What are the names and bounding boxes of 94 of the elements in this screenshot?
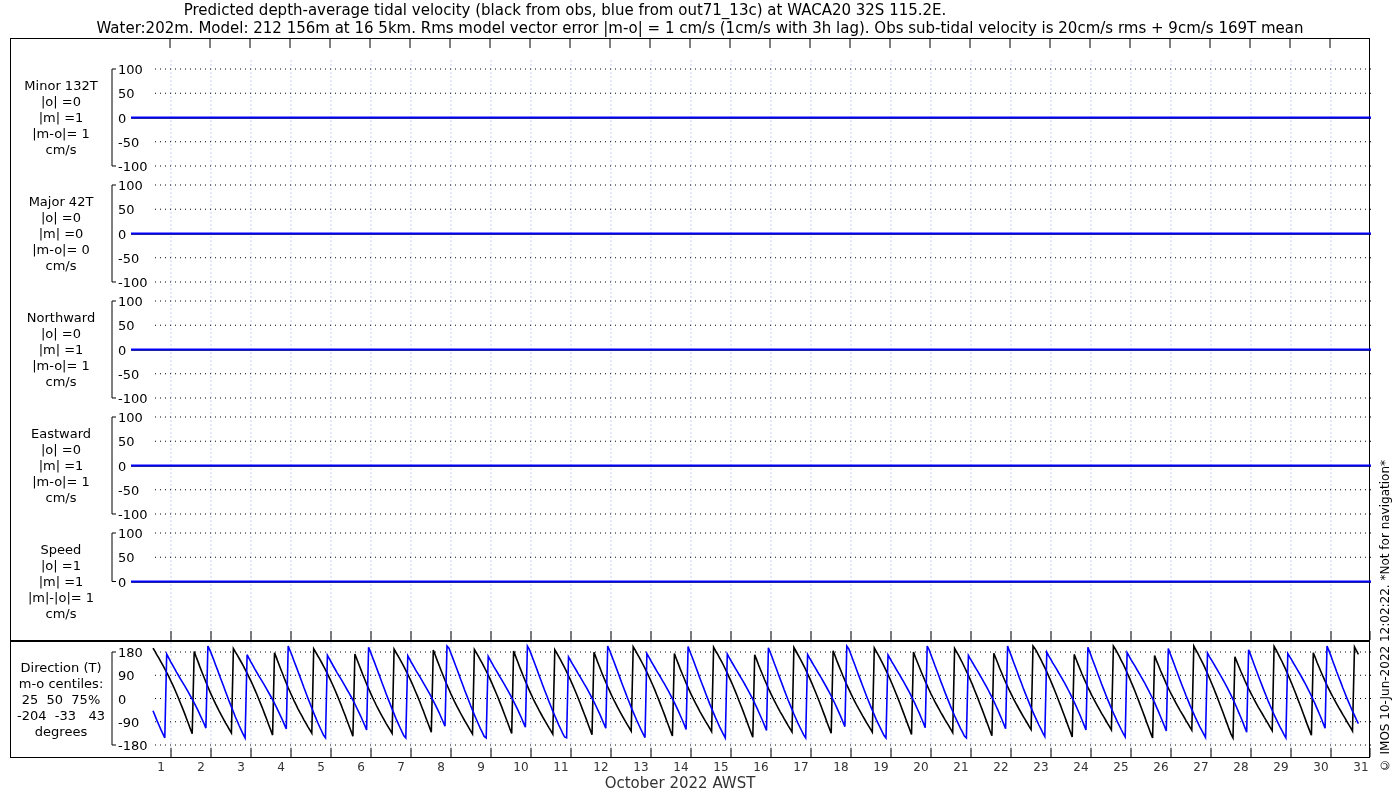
chart-title: Predicted depth-average tidal velocity (black from obs, blue from out71_13c) at WACA20 32S 115.2E. [183,1,947,19]
day-tick-label: 28 [1233,760,1249,774]
day-tick-label: 18 [833,760,849,774]
panel-label: Minor 132T [24,78,98,94]
y-tick-label: -100 [118,159,148,174]
day-tick-label: 2 [197,760,205,774]
y-tick-label: 90 [118,668,135,684]
y-tick-label: -180 [118,738,148,753]
x-axis-label: October 2022 AWST [604,774,756,792]
y-tick-label: 50 [118,202,135,218]
day-tick-label: 6 [357,760,365,774]
day-tick-label: 27 [1193,760,1209,774]
day-tick-label: 22 [993,760,1009,774]
day-tick-label: 26 [1153,760,1169,774]
panel-label: Speed [40,542,82,558]
panel-label: |m| =1 [38,342,84,358]
panel-label: |m| =1 [38,458,84,474]
panel-label: |o| =0 [41,210,81,226]
panel-label: cm/s [45,142,77,158]
panel-label: |o| =1 [41,558,81,574]
panel-label: Eastward [31,426,91,442]
day-tick-label: 15 [713,760,729,774]
y-tick-label: 0 [118,574,127,590]
y-tick-label: 180 [118,645,143,660]
panel-label: Northward [26,310,96,326]
day-tick-label: 1 [157,760,165,774]
day-tick-label: 11 [553,760,569,774]
y-tick-label: 0 [118,342,127,358]
y-tick-label: 100 [118,410,143,425]
y-axis [111,532,117,582]
y-tick-label: 50 [118,550,135,566]
y-tick-label: -100 [118,507,148,522]
y-tick-label: 0 [118,226,127,242]
day-tick-label: 13 [633,760,649,774]
panel-label: |m-o|= 1 [32,474,90,490]
day-tick-label: 17 [793,760,809,774]
y-tick-label: 50 [118,318,135,334]
panel-label: cm/s [45,606,77,622]
y-tick-label: -100 [118,275,148,290]
panel-label: |m-o|= 1 [32,358,90,374]
y-tick-label: 100 [118,294,143,309]
y-tick-label: -100 [118,391,148,406]
day-tick-label: 8 [437,760,445,774]
copyright-note: © IMOS 10-Jun-2022 12:02:22. *Not for navigation* [1377,459,1393,772]
day-tick-label: 25 [1113,760,1129,774]
day-tick-label: 7 [397,760,405,774]
panel-label: |m| =1 [38,110,84,126]
panel-label: Direction (T) [20,659,102,676]
y-tick-label: 0 [118,691,127,707]
y-tick-label: 100 [118,178,143,193]
y-tick-label: 0 [118,110,127,126]
panel-label: cm/s [45,258,77,274]
y-tick-label: -90 [118,714,140,730]
panel-label: |o| =0 [41,442,81,458]
day-tick-label: 19 [873,760,889,774]
panel-label: m-o centiles: [18,675,104,692]
day-tick-label: 9 [477,760,485,774]
y-tick-label: -50 [118,134,140,150]
panel-label: |m|-|o|= 1 [27,590,95,606]
panel-label: degrees [34,723,88,740]
day-tick-label: 21 [953,760,969,774]
y-tick-label: 50 [118,86,135,102]
panel-label: |m| =0 [38,226,84,242]
panel-label: |m-o|= 1 [32,126,90,142]
panel-label: 25 50 75% [21,691,101,708]
panel-label: |m| =1 [38,574,84,590]
panel-label: -204 -33 43 [17,707,105,724]
y-tick-label: -50 [118,366,140,382]
panel-label: |o| =0 [41,94,81,110]
y-tick-label: 100 [118,62,143,77]
panel-label: cm/s [45,374,77,390]
day-tick-label: 24 [1073,760,1089,774]
day-tick-label: 30 [1313,760,1329,774]
y-tick-label: -50 [118,482,140,498]
day-tick-label: 23 [1033,760,1049,774]
day-tick-label: 5 [317,760,325,774]
panel-label: |m-o|= 0 [32,242,90,258]
day-tick-label: 3 [237,760,245,774]
day-tick-label: 10 [513,760,529,774]
y-tick-label: 0 [118,458,127,474]
panel-label: Major 42T [28,194,94,210]
day-tick-label: 20 [913,760,929,774]
day-tick-label: 31 [1353,760,1369,774]
chart-title: Water:202m. Model: 212 156m at 16 5km. Rms model vector error |m-o| = 1 cm/s (1cm/s with 3h lag). Obs sub-tidal velocity is 20cm/s rms + 9cm/s 169T mean [96,19,1304,37]
y-tick-label: -50 [118,250,140,266]
day-tick-label: 14 [673,760,689,774]
y-tick-label: 50 [118,434,135,450]
y-tick-label: 100 [118,526,143,541]
day-tick-label: 29 [1273,760,1289,774]
day-tick-label: 16 [753,760,769,774]
panel-label: cm/s [45,490,77,506]
day-tick-label: 4 [277,760,285,774]
panel-label: |o| =0 [41,326,81,342]
day-tick-label: 12 [593,760,609,774]
